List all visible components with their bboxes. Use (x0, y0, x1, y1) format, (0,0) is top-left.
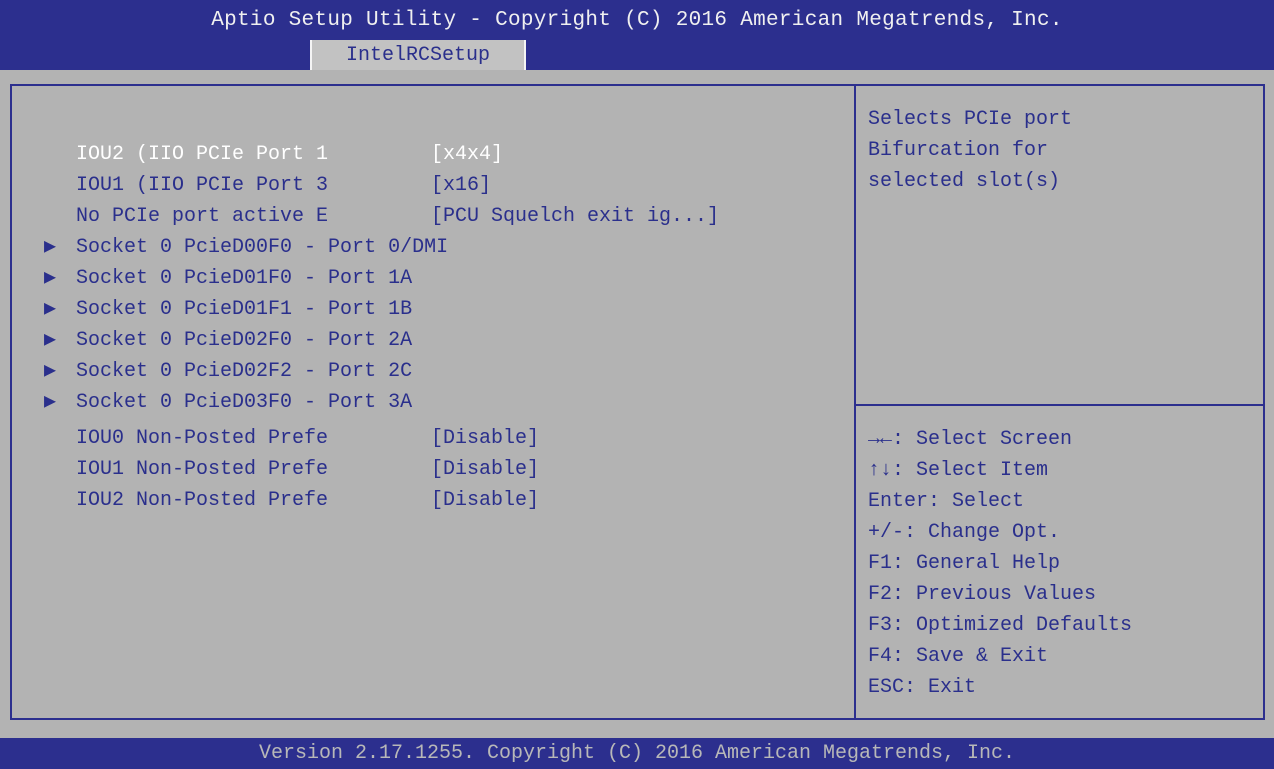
key-hint-f3: F3: Optimized Defaults (868, 614, 1133, 637)
setting-iou0-non-posted-prefetch[interactable]: IOU0 Non-Posted Prefe [Disable] (20, 392, 539, 450)
key-hint-f2: F2: Previous Values (868, 583, 1097, 606)
submenu-port-2c[interactable]: ▶ Socket 0 PcieD02F2 - Port 2C (20, 325, 412, 383)
setting-label: IOU2 Non-Posted Prefe (76, 489, 329, 512)
key-hint-select-item: ↑↓: Select Item (868, 459, 1049, 482)
setting-iou2-non-posted-prefetch[interactable]: IOU2 Non-Posted Prefe [Disable] (20, 454, 539, 512)
key-hint-enter: Enter: Select (868, 490, 1025, 513)
panel-divider (854, 84, 856, 720)
submenu-port-2a[interactable]: ▶ Socket 0 PcieD02F0 - Port 2A (20, 294, 412, 352)
submenu-port-1a[interactable]: ▶ Socket 0 PcieD01F0 - Port 1A (20, 232, 412, 290)
footer-version: Version 2.17.1255. Copyright (C) 2016 Am… (0, 738, 1274, 769)
submenu-port-3a[interactable]: ▶ Socket 0 PcieD03F0 - Port 3A (20, 356, 412, 414)
help-divider (856, 404, 1263, 406)
title-bar: Aptio Setup Utility - Copyright (C) 2016… (0, 0, 1274, 70)
app-title: Aptio Setup Utility - Copyright (C) 2016… (211, 9, 1063, 32)
setting-value[interactable]: [Disable] (431, 489, 539, 512)
key-hint-esc: ESC: Exit (868, 676, 977, 699)
submenu-port-0-dmi[interactable]: ▶ Socket 0 PcieD00F0 - Port 0/DMI (20, 201, 448, 259)
help-line: Selects PCIe port (868, 108, 1073, 131)
key-hint-f4: F4: Save & Exit (868, 645, 1049, 668)
setting-iou1-non-posted-prefetch[interactable]: IOU1 Non-Posted Prefe [Disable] (20, 423, 539, 481)
key-hint-select-screen: →←: Select Screen (868, 428, 1073, 451)
setting-no-pcie-port-active[interactable]: No PCIe port active E [PCU Squelch exit i… (20, 170, 719, 228)
help-line: Bifurcation for (868, 139, 1049, 162)
setting-iou1-bifurcation[interactable]: IOU1 (IIO PCIe Port 3 [x16] (20, 139, 491, 197)
key-hint-f1: F1: General Help (868, 552, 1061, 575)
help-line: selected slot(s) (868, 170, 1061, 193)
key-hint-change-opt: +/-: Change Opt. (868, 521, 1061, 544)
submenu-port-1b[interactable]: ▶ Socket 0 PcieD01F1 - Port 1B (20, 263, 412, 321)
setting-iou2-bifurcation[interactable]: IOU2 (IIO PCIe Port 1 [x4x4] (20, 108, 503, 166)
setting-value[interactable]: [PCU Squelch exit ig...] (431, 205, 719, 228)
tab-intelrcsetup[interactable]: IntelRCSetup (310, 40, 526, 70)
